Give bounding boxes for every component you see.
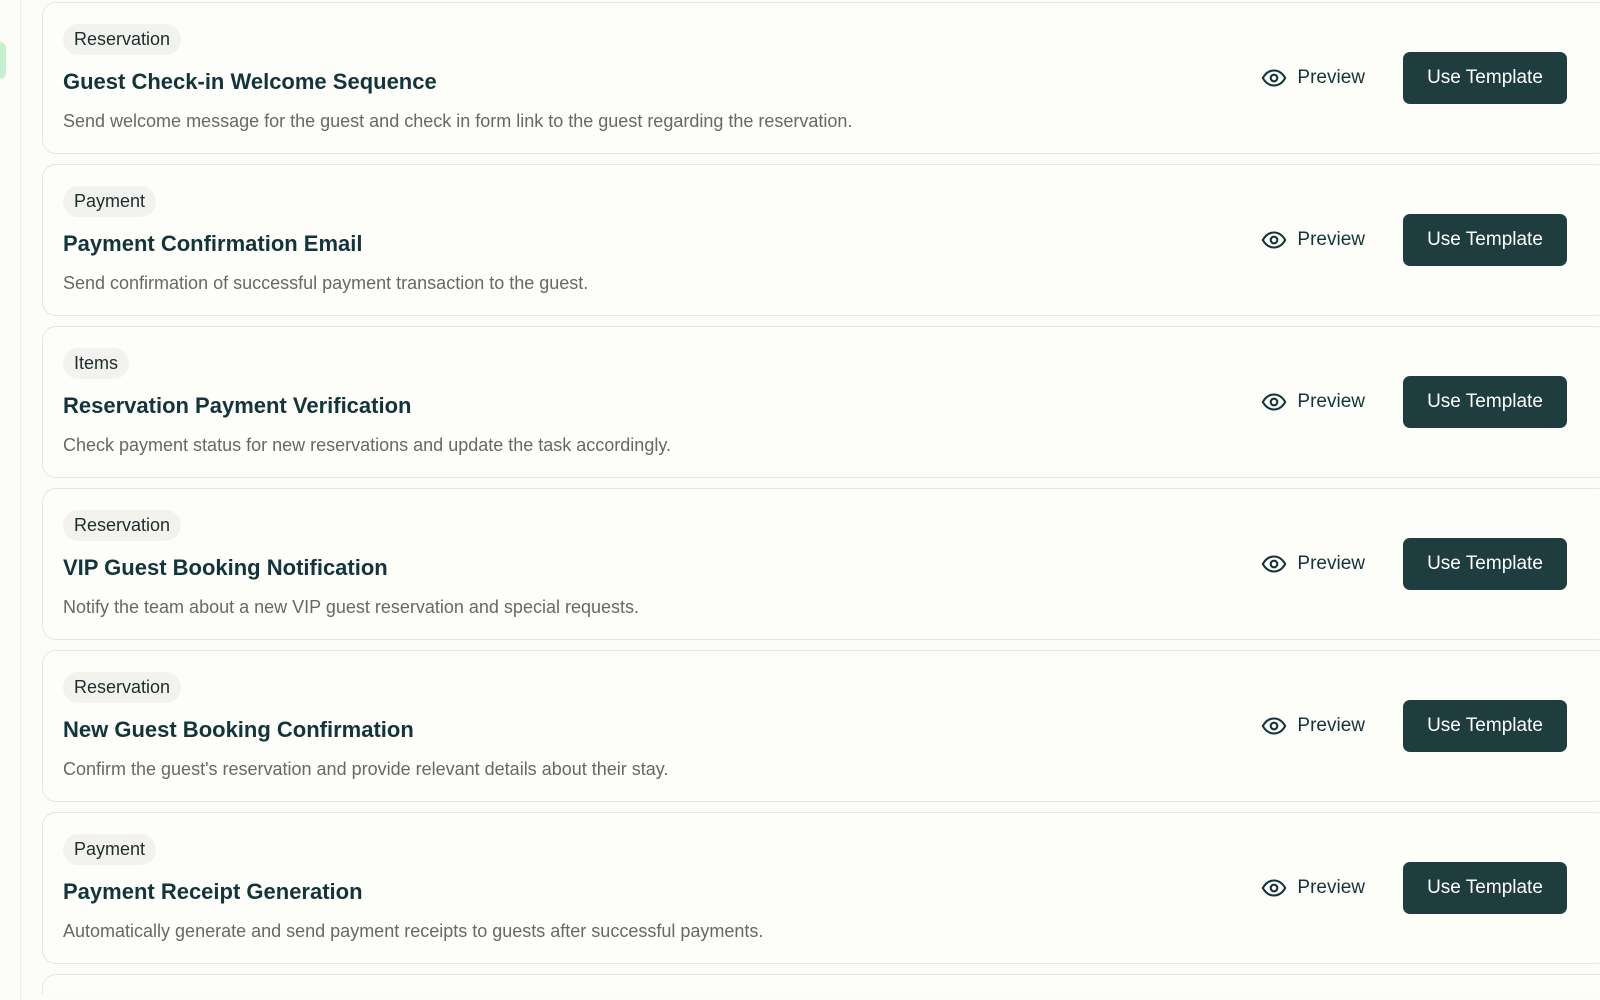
preview-button[interactable]: Preview bbox=[1261, 382, 1365, 422]
preview-label: Preview bbox=[1297, 877, 1365, 898]
sidebar-edge bbox=[0, 0, 21, 1000]
eye-icon bbox=[1262, 879, 1287, 897]
next-template-card-edge bbox=[42, 974, 1600, 994]
eye-icon bbox=[1262, 717, 1287, 735]
template-title: Reservation Payment Verification bbox=[63, 393, 412, 418]
preview-label: Preview bbox=[1297, 391, 1365, 412]
template-actions: Preview Use Template bbox=[1261, 376, 1567, 428]
template-actions: Preview Use Template bbox=[1261, 538, 1567, 590]
template-description: Automatically generate and send payment … bbox=[63, 921, 764, 941]
use-template-button[interactable]: Use Template bbox=[1403, 538, 1567, 590]
template-description: Notify the team about a new VIP guest re… bbox=[63, 597, 639, 617]
use-template-button[interactable]: Use Template bbox=[1403, 214, 1567, 266]
eye-icon bbox=[1262, 231, 1287, 249]
category-badge: Payment bbox=[63, 186, 157, 217]
template-actions: Preview Use Template bbox=[1261, 862, 1567, 914]
preview-button[interactable]: Preview bbox=[1261, 544, 1365, 584]
preview-button[interactable]: Preview bbox=[1261, 220, 1365, 260]
template-description: Confirm the guest's reservation and prov… bbox=[63, 759, 669, 779]
template-actions: Preview Use Template bbox=[1261, 214, 1567, 266]
template-title: New Guest Booking Confirmation bbox=[63, 717, 414, 742]
template-card: Reservation VIP Guest Booking Notificati… bbox=[42, 488, 1600, 640]
category-badge: Reservation bbox=[63, 672, 182, 703]
template-title: VIP Guest Booking Notification bbox=[63, 555, 388, 580]
use-template-button[interactable]: Use Template bbox=[1403, 862, 1567, 914]
template-card: Reservation Guest Check-in Welcome Seque… bbox=[42, 2, 1600, 154]
preview-label: Preview bbox=[1297, 229, 1365, 250]
template-title: Guest Check-in Welcome Sequence bbox=[63, 69, 437, 94]
preview-label: Preview bbox=[1297, 715, 1365, 736]
template-title: Payment Receipt Generation bbox=[63, 879, 363, 904]
sidebar-active-marker bbox=[0, 42, 6, 79]
use-template-button[interactable]: Use Template bbox=[1403, 700, 1567, 752]
template-title: Payment Confirmation Email bbox=[63, 231, 363, 256]
preview-button[interactable]: Preview bbox=[1261, 706, 1365, 746]
template-card: Reservation New Guest Booking Confirmati… bbox=[42, 650, 1600, 802]
template-description: Check payment status for new reservation… bbox=[63, 435, 671, 455]
use-template-button[interactable]: Use Template bbox=[1403, 52, 1567, 104]
category-badge: Reservation bbox=[63, 510, 182, 541]
template-actions: Preview Use Template bbox=[1261, 700, 1567, 752]
template-card: Payment Payment Confirmation Email Send … bbox=[42, 164, 1600, 316]
category-badge: Items bbox=[63, 348, 130, 379]
eye-icon bbox=[1262, 69, 1287, 87]
preview-button[interactable]: Preview bbox=[1261, 868, 1365, 908]
category-badge: Payment bbox=[63, 834, 157, 865]
template-description: Send confirmation of successful payment … bbox=[63, 273, 589, 293]
category-badge: Reservation bbox=[63, 24, 182, 55]
template-actions: Preview Use Template bbox=[1261, 52, 1567, 104]
use-template-button[interactable]: Use Template bbox=[1403, 376, 1567, 428]
eye-icon bbox=[1262, 393, 1287, 411]
templates-page: Reservation Guest Check-in Welcome Seque… bbox=[0, 0, 1600, 1000]
template-card: Payment Payment Receipt Generation Autom… bbox=[42, 812, 1600, 964]
preview-button[interactable]: Preview bbox=[1261, 58, 1365, 98]
preview-label: Preview bbox=[1297, 553, 1365, 574]
template-card: Items Reservation Payment Verification C… bbox=[42, 326, 1600, 478]
eye-icon bbox=[1262, 555, 1287, 573]
template-description: Send welcome message for the guest and c… bbox=[63, 111, 853, 131]
preview-label: Preview bbox=[1297, 67, 1365, 88]
template-list: Reservation Guest Check-in Welcome Seque… bbox=[42, 2, 1600, 994]
